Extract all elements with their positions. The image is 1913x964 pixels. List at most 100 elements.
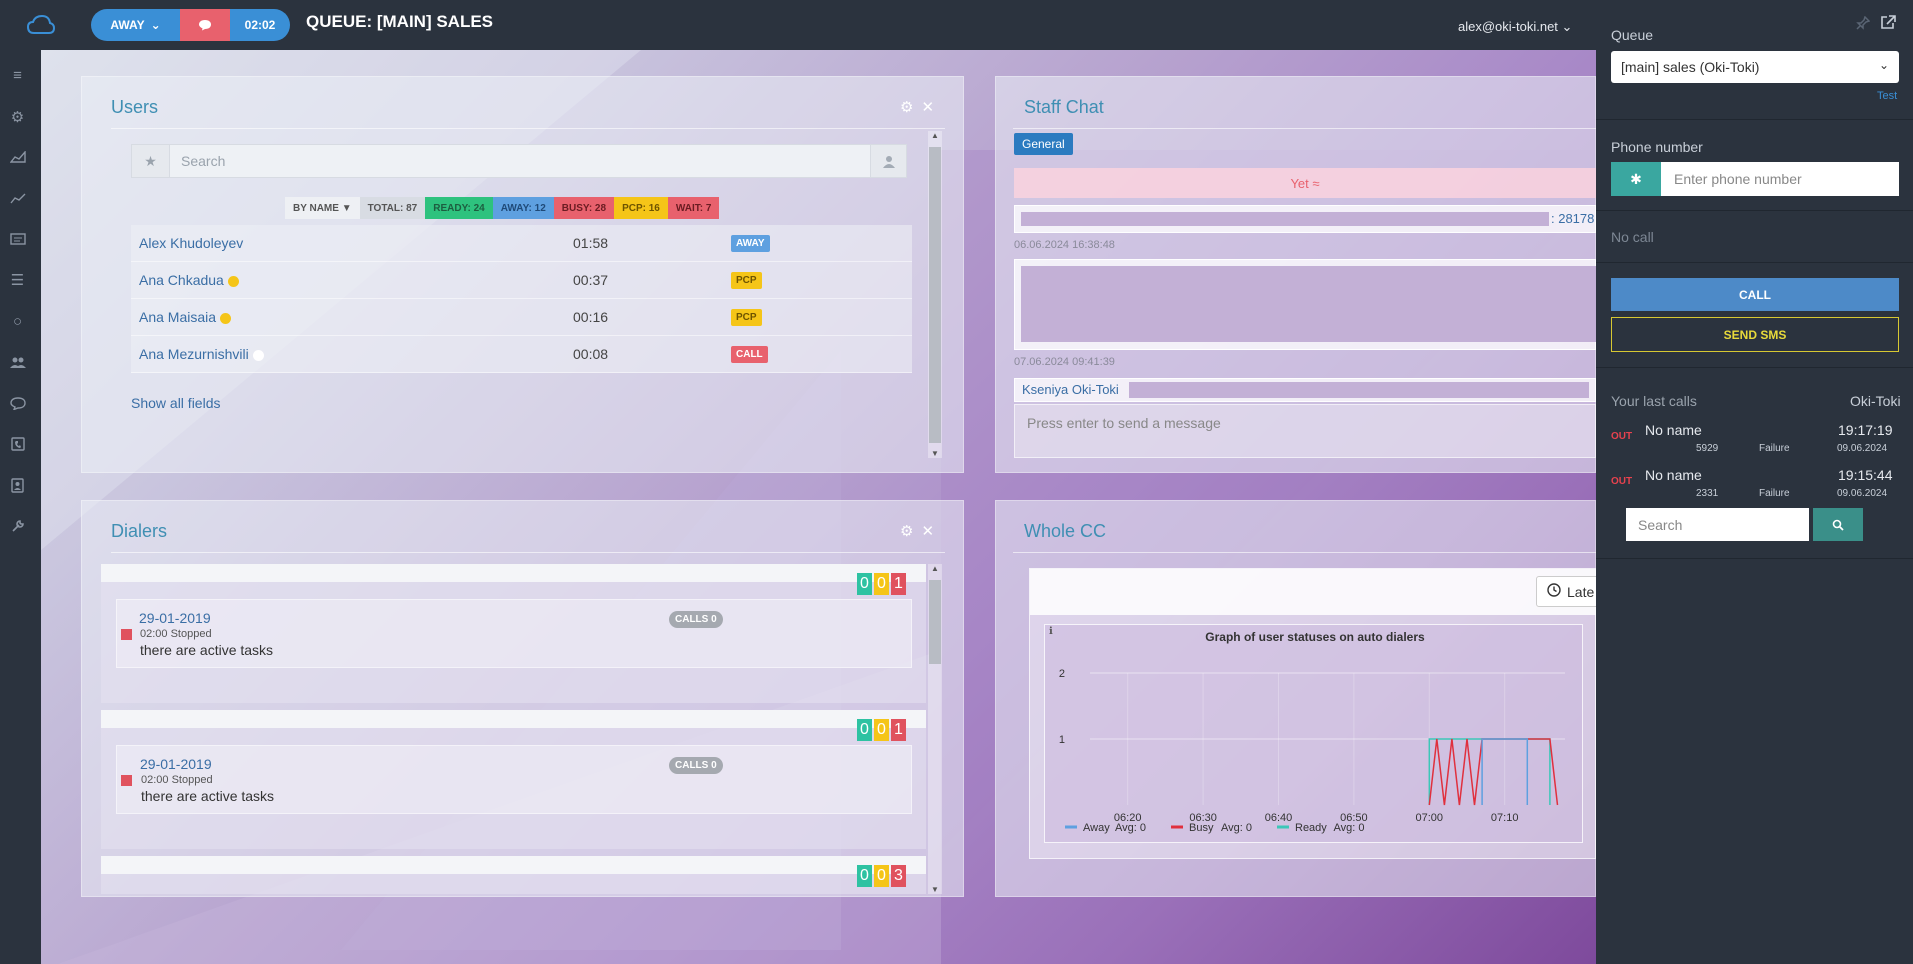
divider (1596, 262, 1913, 263)
x-tick-label: 07:00 (1416, 812, 1444, 824)
phone-input[interactable]: Enter phone number (1661, 162, 1899, 196)
dialer-counters: 0 0 3 (857, 865, 906, 887)
chat-bubble-icon[interactable] (180, 9, 230, 41)
stopped-indicator (121, 775, 132, 786)
status-chart: Graph of user statuses on auto dialers 1 2… (1059, 630, 1565, 834)
menu-icon[interactable]: ≡ (0, 63, 35, 87)
call-date: 09.06.2024 (1837, 488, 1888, 499)
list-icon[interactable]: ☰ (0, 268, 35, 292)
search-icon[interactable] (1813, 508, 1863, 541)
close-icon[interactable]: ✕ (921, 522, 934, 540)
chart-line-icon[interactable] (0, 186, 35, 210)
call-time: 19:15:44 (1838, 467, 1893, 483)
dialer-date[interactable]: 29-01-2019 (140, 756, 212, 772)
close-icon[interactable]: ✕ (921, 98, 934, 116)
users-search: ★ Search (131, 144, 907, 178)
last-calls-source: Oki-Toki (1850, 393, 1901, 409)
divider (111, 128, 945, 129)
counter-ready: 0 (857, 719, 872, 741)
chat-message-input[interactable]: Press enter to send a message (1014, 404, 1596, 458)
id-card-icon[interactable] (0, 227, 35, 251)
table-row[interactable]: Ana Chkadua 00:37 PCP (131, 262, 912, 299)
counter-busy: 1 (891, 719, 906, 741)
send-sms-button[interactable]: SEND SMS (1611, 317, 1899, 352)
gear-icon[interactable]: ⚙ (900, 98, 913, 116)
chat-message: Kseniya Oki-Toki (1014, 378, 1596, 402)
call-date: 09.06.2024 (1837, 443, 1888, 454)
counter-pcp: 0 (874, 573, 889, 595)
wrench-icon[interactable] (0, 514, 35, 538)
table-row[interactable]: Ana Maisaia 00:16 PCP (131, 299, 912, 336)
scroll-down-icon[interactable]: ▼ (931, 885, 939, 894)
gear-icon[interactable]: ⚙ (900, 522, 913, 540)
user-status-time: 00:08 (573, 346, 609, 362)
dialer-item[interactable] (101, 856, 926, 894)
dialer-date[interactable]: 29-01-2019 (139, 610, 211, 626)
call-result: Failure (1759, 443, 1790, 454)
chart-area-icon[interactable] (0, 145, 35, 169)
users-icon[interactable] (0, 350, 35, 374)
legend-avg: Avg: 0 (1221, 822, 1252, 834)
load-earlier-button[interactable]: Yet ≈ (1014, 168, 1596, 198)
pin-icon[interactable] (1856, 15, 1871, 33)
phone-label: Phone number (1611, 139, 1703, 155)
dialer-message: there are active tasks (140, 642, 274, 658)
scrollbar-thumb[interactable] (929, 147, 941, 443)
divider (1596, 367, 1913, 368)
chevron-down-icon: ⌄ (1878, 58, 1889, 72)
users-scrollbar[interactable]: ▲ ▼ (928, 131, 942, 458)
status-dot (252, 349, 264, 361)
filter-away[interactable]: AWAY: 12 (492, 197, 554, 219)
chart-toolbar (1030, 569, 1597, 615)
call-button[interactable]: CALL (1611, 278, 1899, 311)
filter-wait[interactable]: WAIT: 7 (667, 197, 720, 219)
user-name: Ana Maisaia (139, 309, 232, 325)
queue-select[interactable]: [main] sales (Oki-Toki) ⌄ (1611, 51, 1899, 83)
filter-total[interactable]: TOTAL: 87 (359, 197, 426, 219)
gear-icon[interactable]: ⚙ (0, 105, 35, 129)
table-row[interactable]: Alex Khudoleyev 01:58 AWAY (131, 225, 912, 262)
table-row[interactable]: Ana Mezurnishvili 00:08 CALL (131, 336, 912, 373)
scroll-up-icon[interactable]: ▲ (931, 564, 939, 573)
chat-icon[interactable] (0, 391, 35, 415)
users-search-input[interactable]: Search (170, 145, 870, 177)
asterisk-icon[interactable]: ✱ (1611, 162, 1661, 196)
circle-icon[interactable]: ○ (0, 309, 35, 333)
legend-avg: Avg: 0 (1115, 822, 1146, 834)
calls-badge: CALLS 0 (669, 757, 723, 774)
latest-label: Late (1567, 583, 1595, 600)
phone-book-icon[interactable] (0, 432, 35, 456)
sort-by-name-button[interactable]: BY NAME ▼ (285, 197, 360, 219)
redacted-text (1021, 266, 1597, 342)
show-all-fields-link[interactable]: Show all fields (131, 395, 221, 411)
last-calls-label: Your last calls (1611, 393, 1697, 409)
user-status-time: 01:58 (573, 235, 609, 251)
chart-card: ℹ Graph of user statuses on auto dialers… (1044, 624, 1583, 843)
scrollbar-thumb[interactable] (929, 580, 941, 664)
status-label: AWAY (110, 18, 145, 32)
x-tick-label: 07:10 (1491, 812, 1519, 824)
star-icon[interactable]: ★ (132, 145, 170, 177)
calls-search-input[interactable]: Search (1626, 508, 1809, 541)
scroll-down-icon[interactable]: ▼ (931, 449, 939, 458)
status-filters: BY NAME ▼ TOTAL: 87 READY: 24 AWAY: 12 B… (285, 197, 720, 219)
chat-channel-tab[interactable]: General (1014, 133, 1073, 155)
dialers-scrollbar[interactable]: ▲ ▼ (928, 564, 942, 894)
call-contact-name: No name (1645, 467, 1702, 483)
scroll-up-icon[interactable]: ▲ (931, 131, 939, 140)
dialers-panel-title: Dialers (111, 521, 168, 541)
external-link-icon[interactable] (1880, 15, 1896, 33)
contacts-icon[interactable] (0, 473, 35, 497)
counter-ready: 0 (857, 865, 872, 887)
cloud-logo-icon[interactable] (26, 14, 56, 36)
filter-busy[interactable]: BUSY: 28 (553, 197, 615, 219)
user-icon[interactable] (870, 145, 906, 177)
x-tick-label: 06:40 (1265, 812, 1293, 824)
test-link[interactable]: Test (1877, 90, 1897, 102)
y-tick-label: 1 (1059, 734, 1065, 746)
filter-pcp[interactable]: PCP: 16 (614, 197, 668, 219)
user-menu[interactable]: alex@oki-toki.net ⌄ (1458, 19, 1572, 35)
filter-ready[interactable]: READY: 24 (425, 197, 493, 219)
status-dropdown[interactable]: AWAY ⌄ (91, 9, 180, 41)
y-tick-label: 2 (1059, 668, 1065, 680)
